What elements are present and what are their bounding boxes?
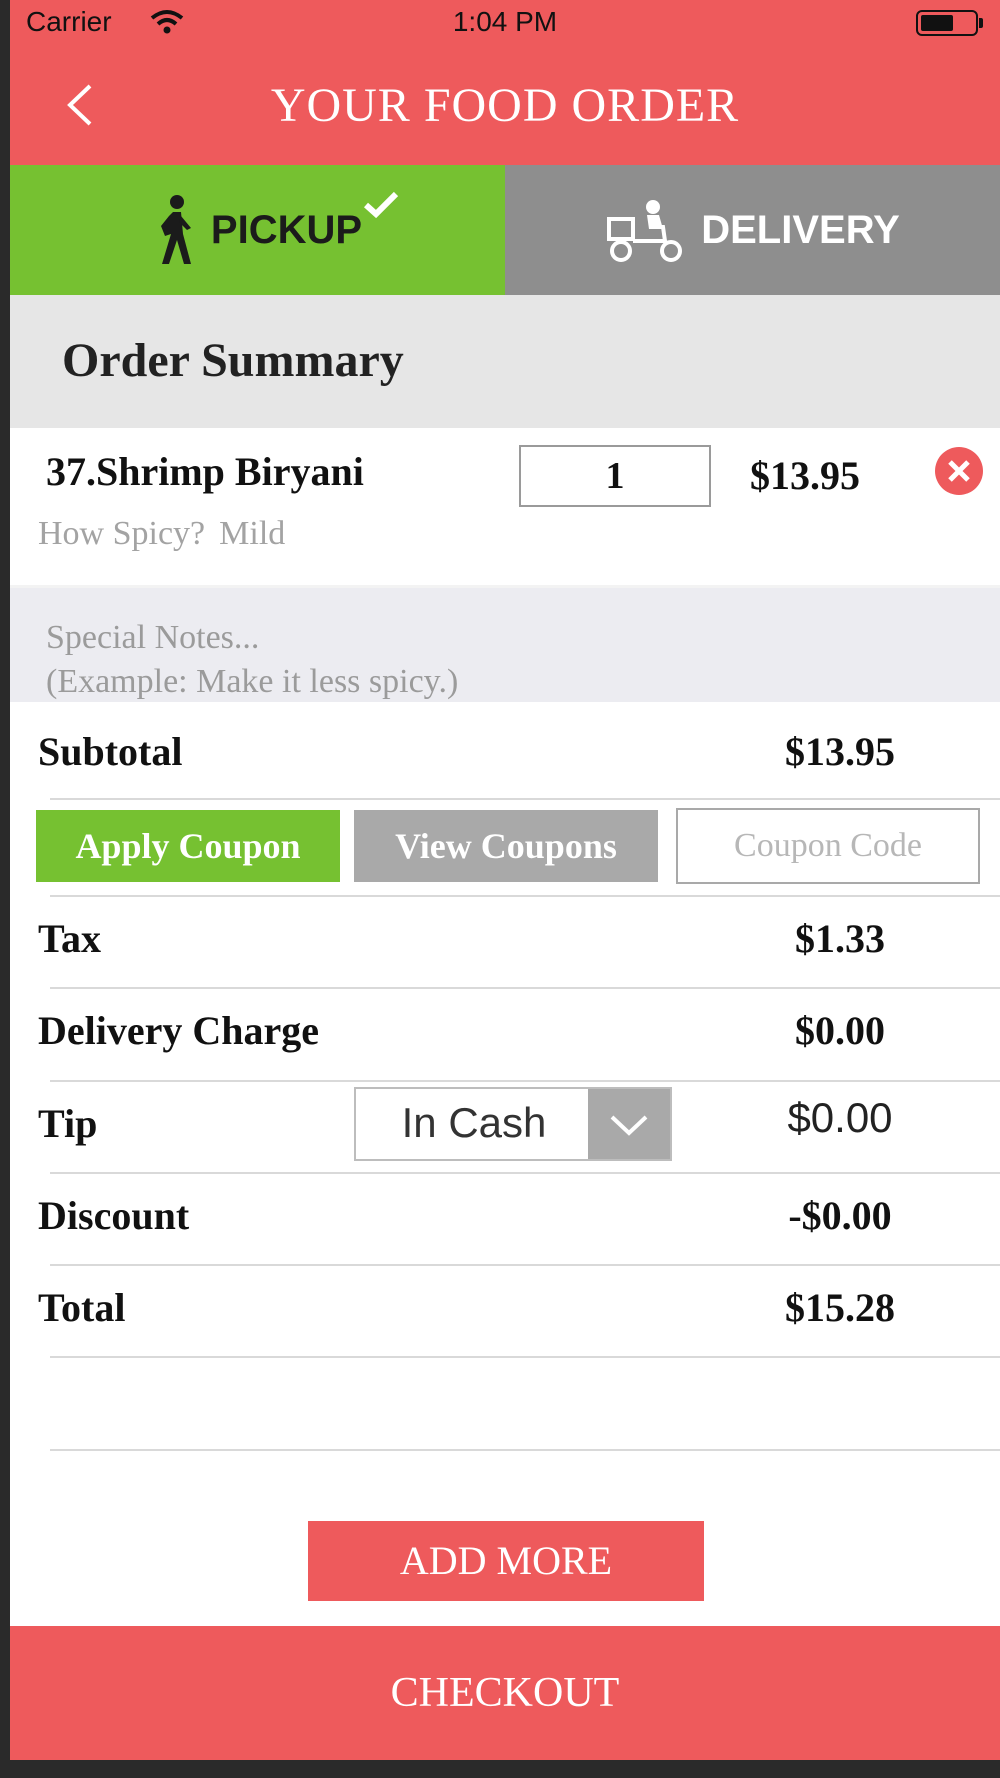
discount-value: -$0.00	[788, 1193, 892, 1238]
divider	[50, 1264, 1000, 1266]
tab-delivery[interactable]: DELIVERY	[505, 165, 1000, 295]
header-bar: Carrier 1:04 PM YOUR FOOD ORDER	[10, 0, 1000, 165]
divider	[50, 1449, 1000, 1451]
delivery-charge-label: Delivery Charge	[38, 1008, 320, 1053]
subtotal-label: Subtotal	[38, 729, 183, 774]
divider	[50, 987, 1000, 989]
total-label: Total	[38, 1285, 126, 1330]
subtotal-value: $13.95	[785, 729, 895, 774]
view-coupons-button[interactable]: View Coupons	[354, 810, 658, 882]
item-name: 37.Shrimp Biryani	[46, 449, 364, 494]
tab-pickup[interactable]: PICKUP	[10, 165, 505, 295]
total-value: $15.28	[785, 1285, 895, 1330]
tip-label: Tip	[38, 1101, 98, 1146]
delivery-scooter-icon	[607, 200, 683, 262]
option-value: Mild	[219, 515, 286, 552]
tip-value: $0.00	[787, 1094, 893, 1141]
quantity-field[interactable]: 1	[519, 445, 711, 507]
order-screen: Carrier 1:04 PM YOUR FOOD ORDER PICKUP D…	[10, 0, 1000, 1760]
item-price: $13.95	[750, 453, 860, 498]
special-notes-placeholder: Special Notes... (Example: Make it less …	[46, 619, 459, 700]
divider	[50, 1356, 1000, 1358]
walking-person-icon	[160, 195, 191, 264]
tax-value: $1.33	[795, 916, 885, 961]
divider	[50, 798, 1000, 800]
order-summary-header: Order Summary	[10, 295, 1000, 428]
order-summary-heading: Order Summary	[62, 334, 404, 387]
status-time: 1:04 PM	[452, 6, 558, 37]
coupon-code-input[interactable]	[676, 808, 980, 884]
item-option: How Spicy? Mild	[38, 515, 285, 553]
tip-method-select[interactable]: In Cash	[354, 1087, 672, 1161]
divider	[50, 1080, 1000, 1082]
dropdown-chevron-icon[interactable]	[588, 1089, 670, 1159]
page-title: YOUR FOOD ORDER	[270, 79, 740, 132]
checkmark-icon	[363, 191, 399, 218]
tip-method-value: In Cash	[401, 1099, 547, 1146]
discount-label: Discount	[38, 1193, 190, 1238]
battery-icon	[916, 10, 983, 36]
apply-coupon-button[interactable]: Apply Coupon	[36, 810, 340, 882]
remove-item-icon[interactable]	[934, 446, 984, 496]
checkout-button[interactable]: CHECKOUT	[10, 1626, 1000, 1760]
divider	[50, 1172, 1000, 1174]
tax-label: Tax	[38, 916, 102, 961]
option-label: How Spicy?	[38, 515, 206, 552]
delivery-charge-value: $0.00	[795, 1008, 885, 1053]
divider	[50, 895, 1000, 897]
tab-pickup-label: PICKUP	[210, 207, 363, 252]
special-notes-field[interactable]: Special Notes... (Example: Make it less …	[10, 585, 1000, 702]
tab-delivery-label: DELIVERY	[701, 207, 900, 252]
status-bar: Carrier 1:04 PM	[10, 0, 1000, 44]
add-more-button[interactable]: ADD MORE	[308, 1521, 704, 1601]
